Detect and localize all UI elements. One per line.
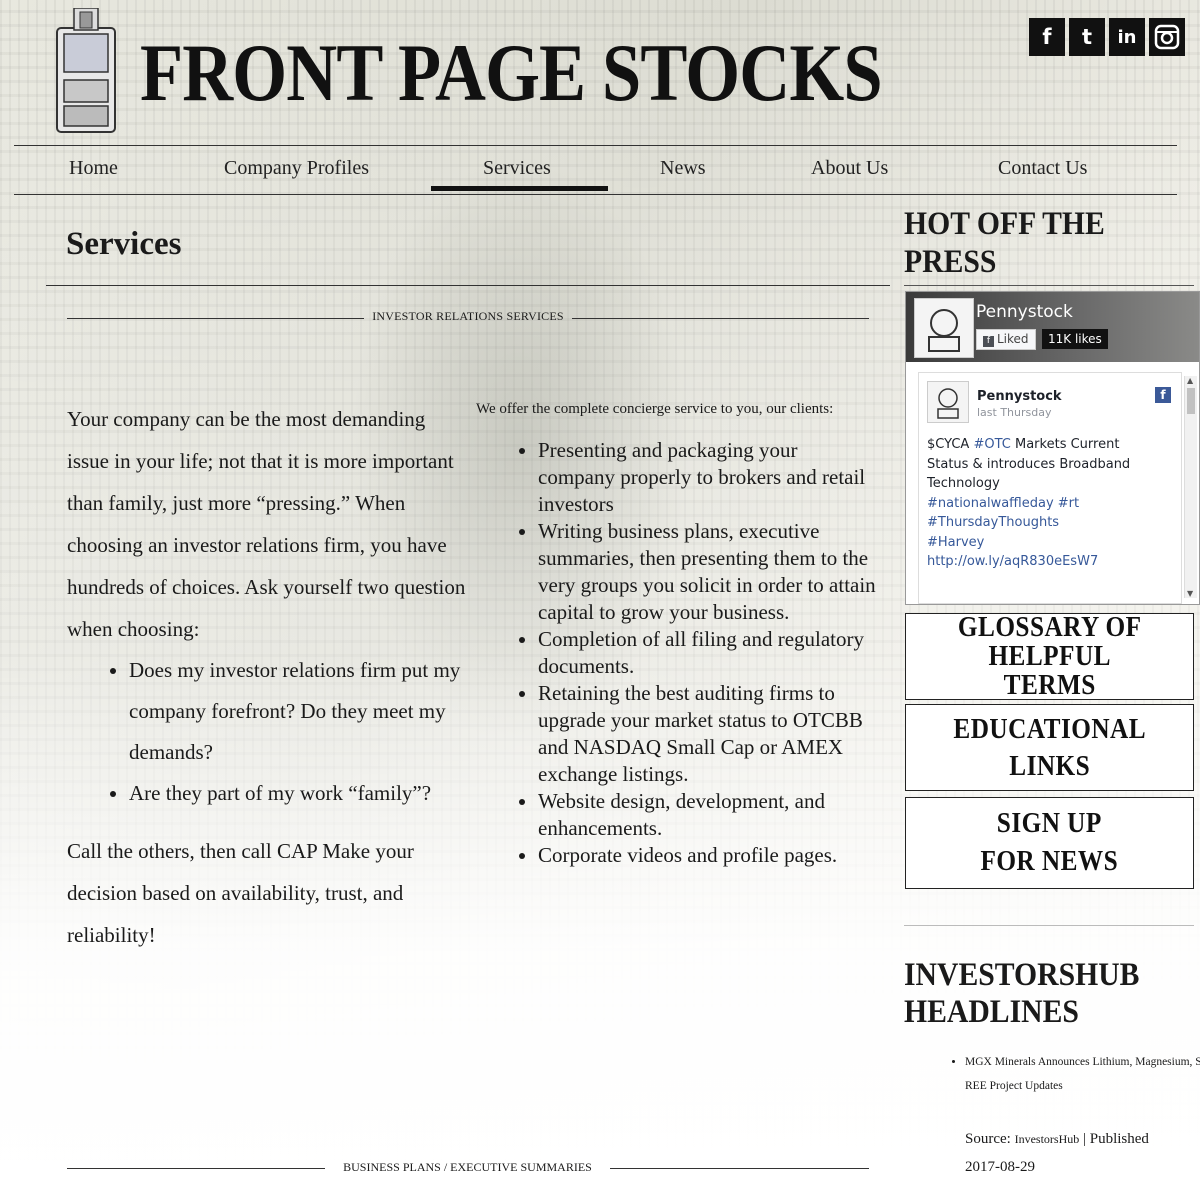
nav-bottom-rule: [14, 194, 1177, 195]
ihub-rule: [904, 925, 1194, 926]
nav-item-contact-us[interactable]: Contact Us: [998, 146, 1087, 194]
nav-item-news[interactable]: News: [660, 146, 706, 194]
fb-post-url[interactable]: http://ow.ly/aqR830eEsW7: [927, 552, 1142, 572]
glossary-button[interactable]: GLOSSARY OF HELPFUL TERMS: [905, 613, 1194, 700]
fb-liked-button[interactable]: f Liked: [976, 329, 1036, 350]
fb-post-time[interactable]: last Thursday: [977, 406, 1052, 419]
fb-cover: Pennystock f Liked 11K likes: [906, 292, 1199, 362]
fb-thumb-icon: f: [983, 336, 994, 347]
twitter-icon[interactable]: t: [1069, 18, 1105, 56]
fb-post-text: $CYCA #OTC Markets Current Status & intr…: [927, 435, 1142, 572]
facebook-icon: f: [1155, 387, 1171, 403]
facebook-icon[interactable]: f: [1029, 18, 1065, 56]
section2-rule-left: [67, 1168, 325, 1169]
services-list: Presenting and packaging your company pr…: [476, 437, 876, 869]
scroll-thumb[interactable]: [1187, 388, 1195, 414]
fb-liked-label: Liked: [997, 332, 1029, 346]
page-title: Services: [66, 226, 182, 262]
scroll-up-icon[interactable]: ▲: [1187, 376, 1193, 385]
list-item: Writing business plans, executive summar…: [538, 518, 876, 626]
section-rule-left: [67, 318, 364, 319]
fb-hashtag-thursday[interactable]: #ThursdayThoughts: [927, 513, 1142, 533]
signup-news-label: SIGN UP FOR NEWS: [980, 808, 1119, 877]
fb-scrollbar[interactable]: ▲ ▼: [1184, 376, 1197, 598]
linkedin-icon[interactable]: in: [1109, 18, 1145, 56]
scroll-down-icon[interactable]: ▼: [1187, 589, 1193, 598]
nav-item-home[interactable]: Home: [69, 146, 118, 194]
nav-active-indicator: [431, 186, 608, 191]
list-item: Are they part of my work “family”?: [129, 773, 467, 814]
list-item: Corporate videos and profile pages.: [538, 842, 876, 869]
site-title[interactable]: FRONT PAGE STOCKS: [140, 28, 883, 118]
list-item: Retaining the best auditing firms to upg…: [538, 680, 876, 788]
fb-like-count: 11K likes: [1042, 329, 1108, 349]
intro-paragraph: Your company can be the most demanding i…: [67, 407, 466, 641]
published-date: 2017-08-29: [965, 1159, 1035, 1175]
social-links: f t in: [1029, 18, 1185, 56]
educational-links-button[interactable]: EDUCATIONAL LINKS: [905, 704, 1194, 791]
glossary-label: GLOSSARY OF HELPFUL TERMS: [957, 612, 1142, 701]
source-label: Source:: [965, 1131, 1011, 1147]
section2-rule-right: [610, 1168, 869, 1169]
fb-post-author[interactable]: Pennystock: [977, 389, 1062, 404]
list-item: Completion of all filing and regulatory …: [538, 626, 876, 680]
headline-item[interactable]: MGX Minerals Announces Lithium, Magnesiu…: [965, 1050, 1200, 1098]
instagram-icon[interactable]: [1149, 18, 1185, 56]
fb-page-name[interactable]: Pennystock: [976, 302, 1073, 322]
section-rule-right: [572, 318, 869, 319]
nav-item-about-us[interactable]: About Us: [811, 146, 888, 194]
fb-hashtag-harvey[interactable]: #Harvey: [927, 533, 1142, 553]
fb-post: Pennystock last Thursday f $CYCA #OTC Ma…: [918, 372, 1182, 604]
section2-label: BUSINESS PLANS / EXECUTIVE SUMMARIES: [343, 1160, 592, 1174]
investorshub-headlines: MGX Minerals Announces Lithium, Magnesiu…: [905, 1050, 1200, 1098]
closing-paragraph: Call the others, then call CAP Make your…: [67, 839, 414, 947]
signup-news-button[interactable]: SIGN UP FOR NEWS: [905, 797, 1194, 889]
fb-post-ticker: $CYCA: [927, 437, 970, 452]
headline-meta: Source: InvestorsHub | Published 2017-08…: [965, 1125, 1195, 1181]
hot-off-press-title: HOT OFF THE PRESS: [904, 206, 1105, 280]
hot-title-rule: [904, 285, 1194, 286]
fb-hashtag-otc[interactable]: #OTC: [973, 437, 1010, 452]
facebook-page-widget[interactable]: Pennystock f Liked 11K likes Pennystock l…: [905, 291, 1200, 605]
question-list: Does my investor relations firm put my c…: [67, 650, 467, 814]
source-name: InvestorsHub: [1014, 1132, 1080, 1146]
list-item: Does my investor relations firm put my c…: [129, 650, 467, 773]
investorshub-title: INVESTORSHUB HEADLINES: [904, 957, 1140, 1030]
title-divider: [46, 285, 890, 286]
newspaper-box-logo-icon[interactable]: [52, 7, 120, 134]
published-label: | Published: [1083, 1131, 1149, 1147]
fb-page-avatar[interactable]: [914, 298, 974, 358]
educational-links-label: EDUCATIONAL LINKS: [953, 713, 1146, 782]
fb-hashtags[interactable]: #nationalwaffleday #rt: [927, 494, 1142, 514]
services-intro: We offer the complete concierge service …: [476, 401, 834, 417]
fb-post-avatar[interactable]: [927, 381, 969, 423]
section-label: INVESTOR RELATIONS SERVICES: [372, 309, 564, 323]
list-item: Presenting and packaging your company pr…: [538, 437, 876, 518]
nav-item-company-profiles[interactable]: Company Profiles: [224, 146, 369, 194]
right-column: We offer the complete concierge service …: [476, 400, 876, 869]
list-item: Website design, development, and enhance…: [538, 788, 876, 842]
left-column: Your company can be the most demanding i…: [67, 398, 467, 956]
